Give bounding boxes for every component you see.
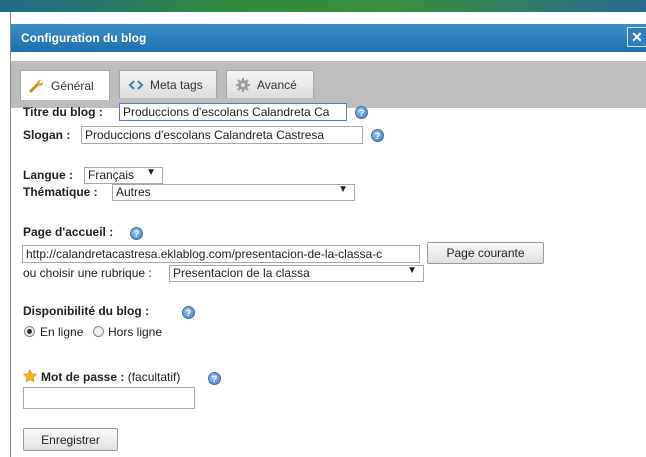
- dropdown-arrow-icon: ▼: [338, 184, 348, 195]
- password-label: Mot de passe :: [41, 370, 125, 384]
- homepage-url-input[interactable]: http://calandretacastresa.eklablog.com/p…: [22, 245, 420, 263]
- availability-label: Disponibilité du blog :: [23, 304, 149, 318]
- dialog-title: Configuration du blog: [21, 31, 147, 45]
- save-button[interactable]: Enregistrer: [23, 428, 118, 451]
- dropdown-arrow-icon: ▼: [407, 265, 417, 276]
- help-icon-title[interactable]: ?: [355, 106, 368, 119]
- tab-meta-tags-label: Meta tags: [150, 77, 203, 92]
- theme-select-value: Autres: [116, 185, 151, 199]
- homepage-label: Page d'accueil :: [23, 225, 114, 239]
- slogan-input[interactable]: Produccions d'escolans Calandreta Castre…: [81, 126, 363, 144]
- tab-general-label: Général: [51, 78, 94, 93]
- close-button[interactable]: ✕: [627, 27, 646, 47]
- rubric-label: ou choisir une rubrique :: [23, 266, 152, 280]
- language-label: Langue :: [23, 168, 73, 182]
- tab-advanced[interactable]: Avancé: [226, 70, 314, 98]
- theme-select[interactable]: Autres ▼: [112, 184, 355, 201]
- offline-label: Hors ligne: [108, 325, 163, 339]
- tab-advanced-label: Avancé: [257, 77, 297, 92]
- blog-title-input[interactable]: Produccions d'escolans Calandreta Ca: [119, 103, 347, 121]
- help-icon-slogan[interactable]: ?: [371, 129, 384, 142]
- language-select[interactable]: Français ▼: [84, 167, 163, 184]
- online-label: En ligne: [40, 325, 84, 339]
- slogan-label: Slogan :: [23, 128, 71, 142]
- password-label-row: Mot de passe : (facultatif): [41, 370, 180, 384]
- online-radio[interactable]: [24, 326, 35, 337]
- theme-label: Thématique :: [23, 185, 98, 199]
- theme-label-text: Thématique :: [23, 185, 98, 199]
- tab-general[interactable]: Général: [20, 70, 110, 100]
- help-icon-homepage[interactable]: ?: [130, 227, 143, 240]
- help-icon-availability[interactable]: ?: [182, 306, 195, 319]
- dropdown-arrow-icon: ▼: [146, 167, 156, 178]
- offline-radio[interactable]: [93, 326, 104, 337]
- language-select-value: Français: [88, 168, 135, 182]
- password-input[interactable]: [23, 387, 195, 409]
- blog-title-label: Titre du blog :: [23, 105, 103, 119]
- rubric-select[interactable]: Presentacion de la classa ▼: [169, 265, 424, 282]
- background-strip: [0, 0, 646, 12]
- current-page-button[interactable]: Page courante: [427, 242, 544, 264]
- star-icon: [22, 368, 38, 386]
- gear-icon: [235, 77, 251, 93]
- rubric-select-value: Presentacion de la classa: [173, 266, 310, 280]
- help-icon-password[interactable]: ?: [208, 372, 221, 385]
- wrench-icon: [29, 79, 45, 93]
- tab-meta-tags[interactable]: Meta tags: [119, 70, 217, 98]
- password-optional: (facultatif): [127, 370, 181, 384]
- code-brackets-icon: [128, 79, 144, 91]
